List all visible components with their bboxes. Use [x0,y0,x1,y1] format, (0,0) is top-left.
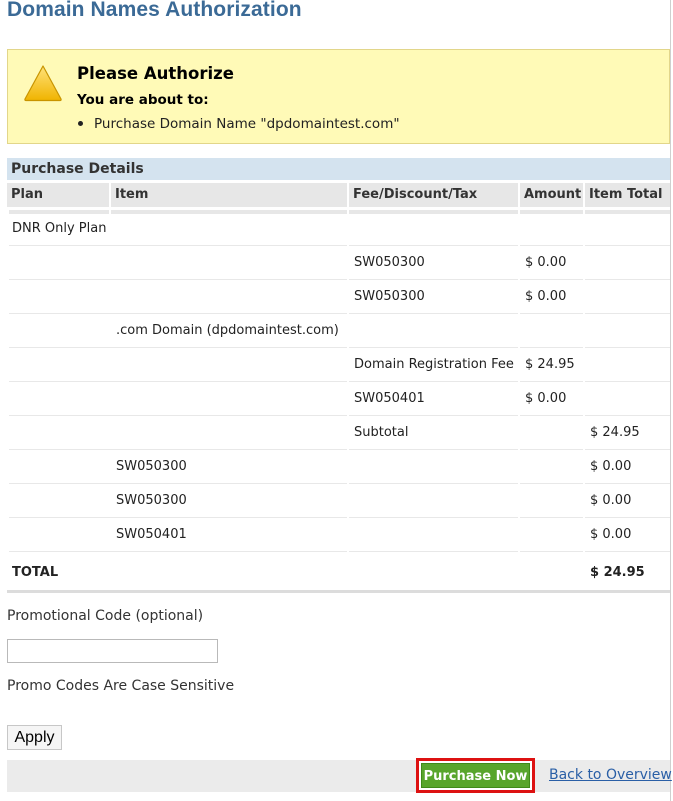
table-row: Subtotal $ 24.95 [7,416,670,450]
alert-item-text: Purchase Domain Name "dpdomaintest.com" [94,116,400,132]
bullet-dot [78,120,83,126]
warning-triangle-icon [24,65,62,102]
row-separator [520,551,583,552]
cell-fee: SW050300 [354,289,425,304]
cell-fee: SW050300 [354,255,425,270]
table-row: SW050300 $ 0.00 [7,280,670,314]
column-header-fee: Fee/Discount/Tax [349,183,518,207]
promo-code-input[interactable] [7,639,218,663]
cell-fee: SW050401 [354,391,425,406]
table-row: SW050401 $ 0.00 [7,518,670,552]
cell-item: SW050300 [116,493,187,508]
table-row: DNR Only Plan [7,212,670,246]
row-separator [349,551,518,552]
alert-subtitle: You are about to: [77,92,209,108]
row-separator [9,551,111,552]
total-row: TOTAL $ 24.95 [7,556,670,590]
table-row: .com Domain (dpdomaintest.com) [7,314,670,348]
total-value: $ 24.95 [590,565,645,580]
cell-item: SW050300 [116,459,187,474]
table-row: Domain Registration Fee $ 24.95 [7,348,670,382]
cell-item: .com Domain (dpdomaintest.com) [116,323,339,338]
cell-plan: DNR Only Plan [12,221,107,236]
back-to-overview-link[interactable]: Back to Overview [549,767,672,783]
purchase-now-label[interactable]: Purchase Now [421,763,530,788]
promo-code-label: Promotional Code (optional) [7,608,204,624]
cell-total: $ 0.00 [590,493,632,508]
cell-amount: $ 0.00 [525,289,567,304]
authorize-alert: Please Authorize You are about to: Purch… [7,49,670,144]
cell-total: $ 0.00 [590,527,632,542]
column-header-amount: Amount [520,183,583,207]
purchase-details-header: Purchase Details [7,158,670,180]
alert-item: Purchase Domain Name "dpdomaintest.com" [77,116,400,132]
cell-amount: $ 0.00 [525,391,567,406]
cell-fee: Domain Registration Fee [354,357,514,372]
column-header-item-total: Item Total [585,183,670,207]
table-row: SW050300 $ 0.00 [7,246,670,280]
table-row: SW050401 $ 0.00 [7,382,670,416]
row-separator [111,551,347,552]
alert-title: Please Authorize [77,64,234,83]
total-divider [7,590,670,593]
cell-total: $ 0.00 [590,459,632,474]
page-title: Domain Names Authorization [7,0,302,21]
row-separator [585,551,670,552]
apply-button[interactable]: Apply [7,725,62,750]
cell-total: $ 24.95 [590,425,640,440]
cell-amount: $ 0.00 [525,255,567,270]
promo-case-note: Promo Codes Are Case Sensitive [7,678,235,694]
total-label: TOTAL [12,565,59,580]
table-row: SW050300 $ 0.00 [7,484,670,518]
page-right-border [670,0,671,801]
table-row: SW050300 $ 0.00 [7,450,670,484]
purchase-now-button[interactable]: Purchase Now [416,758,535,793]
cell-item: SW050401 [116,527,187,542]
cell-fee: Subtotal [354,425,409,440]
cell-amount: $ 24.95 [525,357,575,372]
column-header-item: Item [111,183,347,207]
column-header-plan: Plan [7,183,109,207]
